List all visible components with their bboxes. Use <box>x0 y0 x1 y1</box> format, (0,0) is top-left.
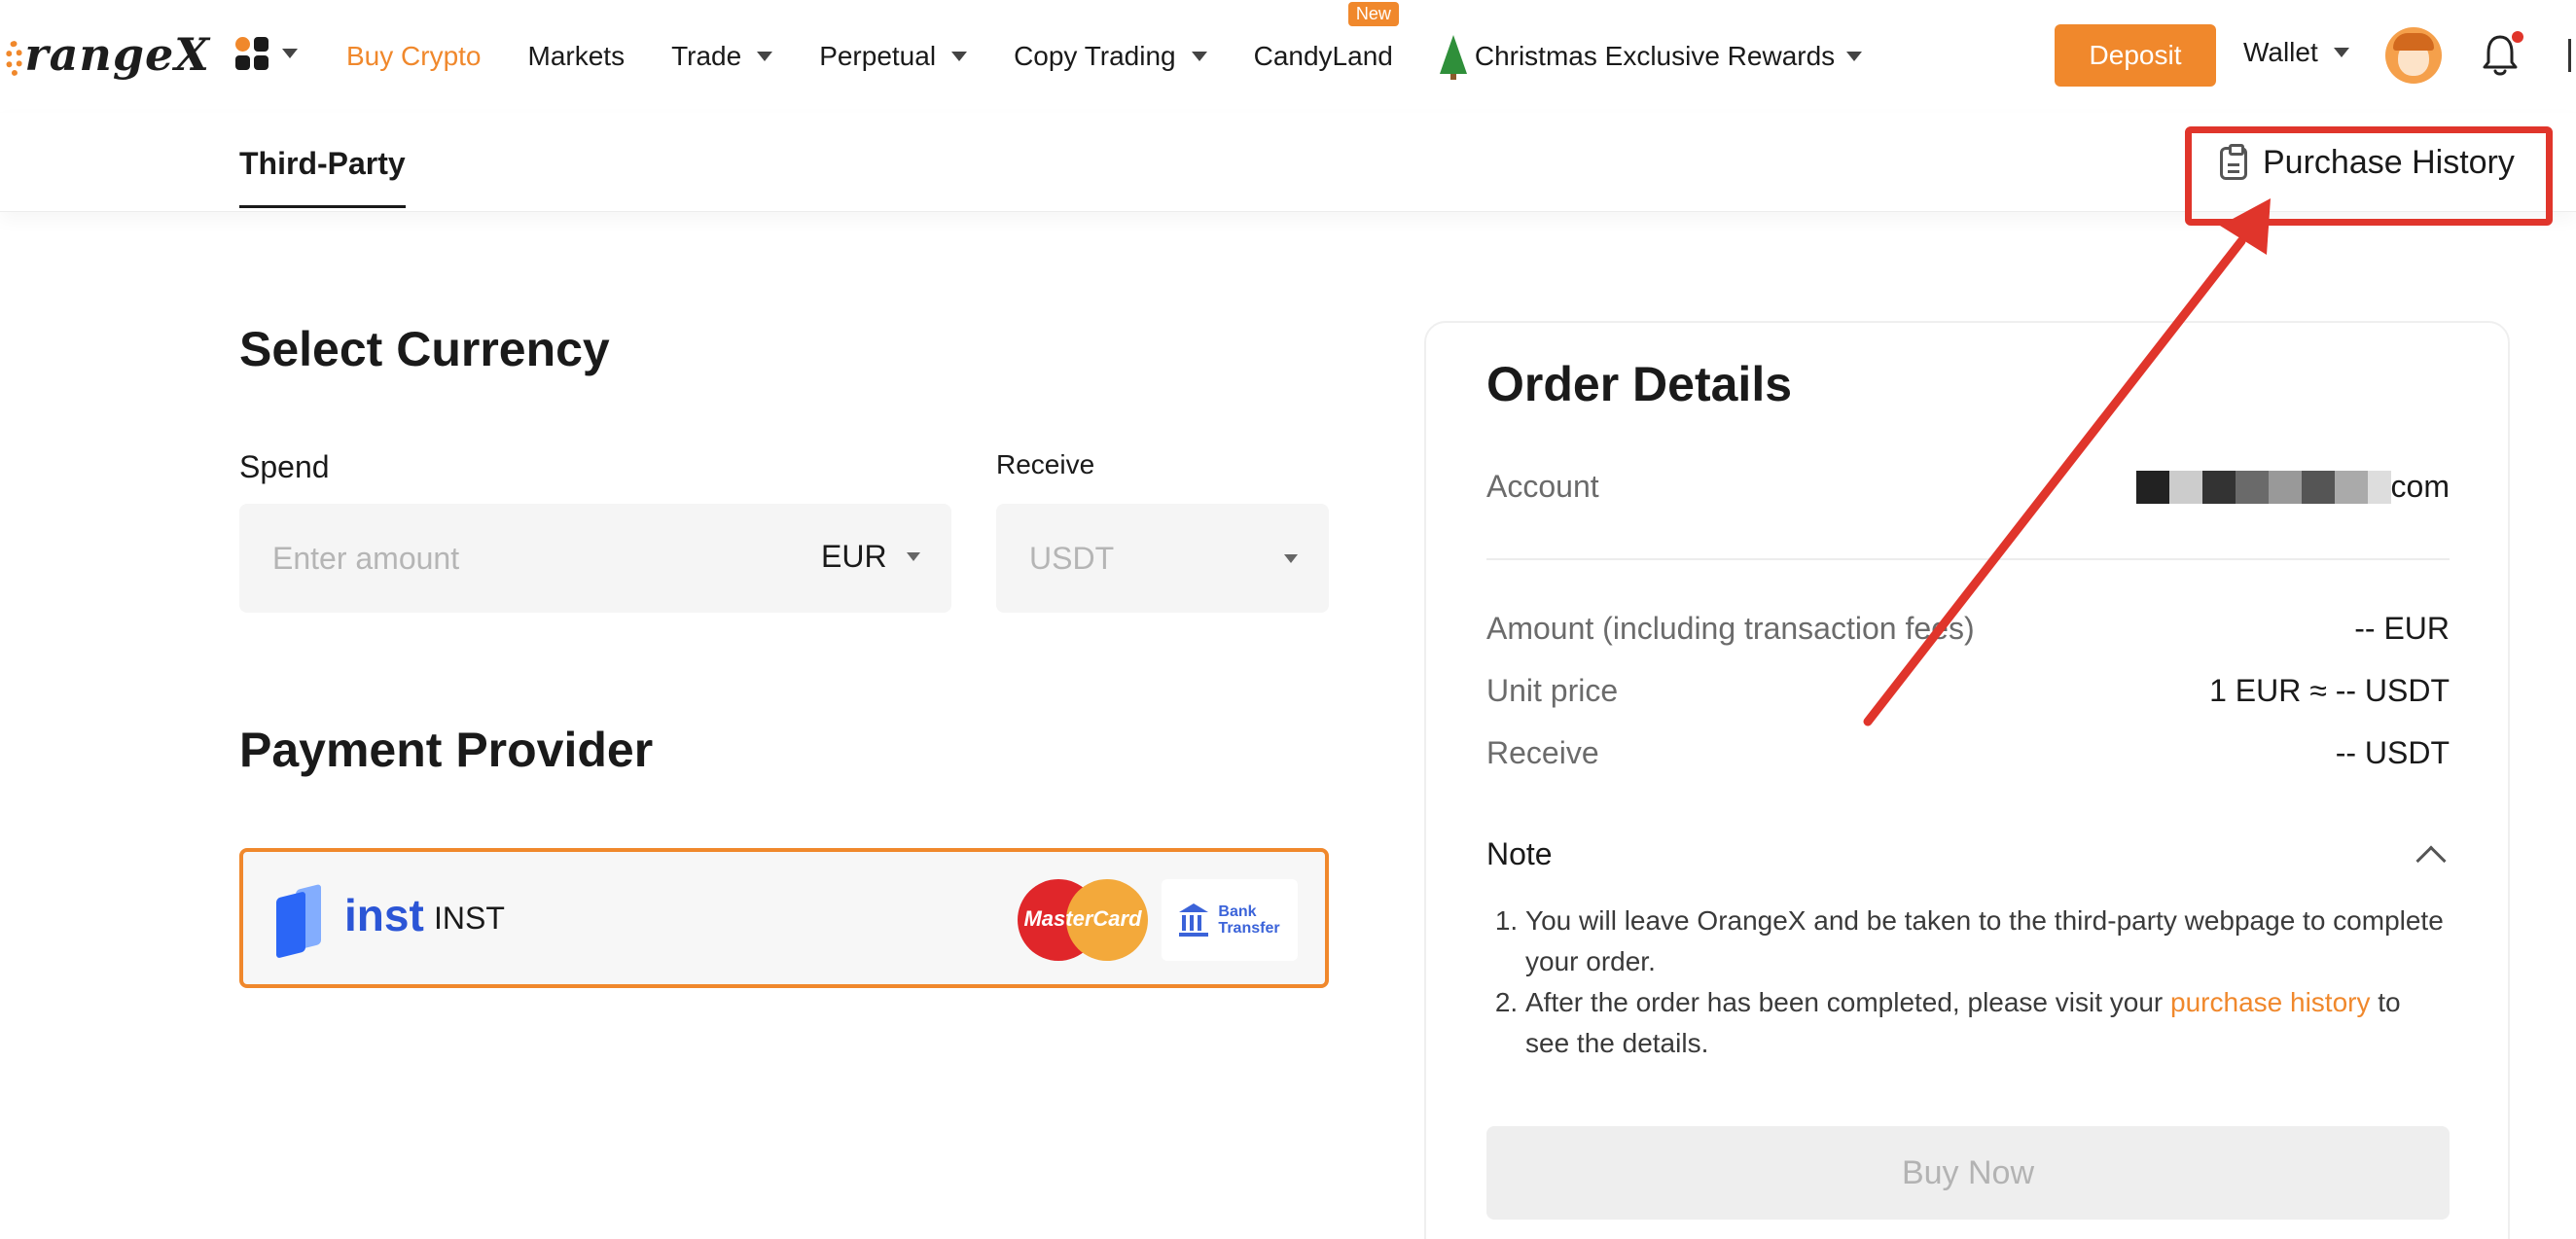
nav-label: Trade <box>671 41 742 71</box>
unit-price-label: Unit price <box>1486 673 1619 708</box>
annotation-highlight-box <box>2185 126 2553 226</box>
apps-menu[interactable] <box>235 37 298 70</box>
nav-label: Copy Trading <box>1014 41 1176 71</box>
tab-third-party[interactable]: Third-Party <box>239 146 406 208</box>
account-row: Account com <box>1486 469 2450 505</box>
spend-currency-value: EUR <box>821 539 887 574</box>
bank-icon <box>1179 903 1209 937</box>
order-details-card: Order Details Account com Amount (includ… <box>1424 321 2510 1239</box>
provider-name: INST <box>434 901 505 936</box>
account-suffix: com <box>2390 469 2450 504</box>
note-toggle[interactable]: Note <box>1486 836 2450 876</box>
chevron-down-icon <box>1191 52 1207 61</box>
nav-label: Christmas Exclusive Rewards <box>1474 41 1836 71</box>
avatar[interactable] <box>2385 27 2442 84</box>
amount-row: Amount (including transaction fees) -- E… <box>1486 611 2450 647</box>
nav-markets[interactable]: Markets <box>528 41 626 72</box>
account-mask <box>2135 470 2391 504</box>
note-label: Note <box>1486 836 1553 871</box>
bank-transfer-badge: Bank Transfer <box>1162 879 1298 961</box>
note-2-text: After the order has been completed, plea… <box>1525 987 2171 1017</box>
nav-perpetual[interactable]: Perpetual <box>819 41 968 72</box>
chevron-down-icon <box>906 552 920 561</box>
inst-logo-word: inst <box>344 890 424 940</box>
amount-value: -- EUR <box>2354 611 2450 646</box>
order-details-title: Order Details <box>1486 357 1793 411</box>
apps-grid-icon <box>235 37 268 70</box>
logo-text: rangeX <box>24 28 210 81</box>
receive-currency-select[interactable]: USDT <box>996 504 1329 613</box>
edge-divider <box>2568 39 2571 72</box>
chevron-down-icon <box>1846 52 1863 61</box>
unit-price-row: Unit price 1 EUR ≈ -- USDT <box>1486 673 2450 709</box>
bank-transfer-line2: Transfer <box>1218 920 1280 937</box>
spend-amount-input[interactable] <box>272 537 778 580</box>
chevron-down-icon <box>2333 48 2349 57</box>
unit-price-value: 1 EUR ≈ -- USDT <box>2209 673 2450 708</box>
chevron-down-icon <box>282 49 298 58</box>
provider-option-inst[interactable]: inst INST MasterCard Bank Transfer <box>239 848 1329 988</box>
nav-label: Perpetual <box>819 41 937 71</box>
payment-provider-title: Payment Provider <box>239 723 654 777</box>
top-navigation: rangeX Buy Crypto Markets Trade Perpetua… <box>0 0 2576 113</box>
note-list: You will leave OrangeX and be taken to t… <box>1486 901 2450 1064</box>
spend-field: EUR <box>239 504 951 613</box>
nav-label: Markets <box>527 41 626 71</box>
spend-label: Spend <box>239 449 330 484</box>
receive-currency-value: USDT <box>1029 541 1115 576</box>
logo-o-icon <box>6 41 23 76</box>
receive-value: -- USDT <box>2335 735 2450 770</box>
mastercard-text: MasterCard <box>1023 906 1142 931</box>
nav-candyland[interactable]: CandyLand New <box>1253 2 1399 72</box>
note-item-2: After the order has been completed, plea… <box>1525 982 2450 1064</box>
orangex-logo[interactable]: rangeX <box>6 25 210 84</box>
receive-label: Receive <box>996 449 1095 479</box>
chevron-down-icon <box>1284 554 1298 563</box>
spend-currency-select[interactable]: EUR <box>821 539 920 575</box>
wallet-label: Wallet <box>2243 37 2318 67</box>
nav-label: CandyLand <box>1253 41 1393 71</box>
purchase-history-inline-link[interactable]: purchase history <box>2170 987 2370 1017</box>
amount-label: Amount (including transaction fees) <box>1486 611 1975 646</box>
chevron-up-icon <box>2415 844 2447 876</box>
nav-buy-crypto[interactable]: Buy Crypto <box>346 41 482 72</box>
christmas-tree-icon <box>1439 35 1467 80</box>
select-currency-title: Select Currency <box>239 322 610 376</box>
nav-links: Buy Crypto Markets Trade Perpetual Copy … <box>346 0 1909 113</box>
divider <box>1486 558 2450 560</box>
inst-logo-icon <box>276 883 323 959</box>
nav-label: Buy Crypto <box>346 41 482 71</box>
buy-now-button[interactable]: Buy Now <box>1486 1126 2450 1220</box>
nav-christmas-rewards[interactable]: Christmas Exclusive Rewards <box>1439 35 1863 80</box>
deposit-button[interactable]: Deposit <box>2055 24 2216 87</box>
account-value: com <box>2135 469 2450 505</box>
receive-row: Receive -- USDT <box>1486 735 2450 771</box>
account-label: Account <box>1486 469 1599 504</box>
notification-dot <box>2512 31 2523 43</box>
chevron-down-icon <box>951 52 968 61</box>
nav-trade[interactable]: Trade <box>671 41 773 72</box>
bank-transfer-line1: Bank <box>1218 903 1257 920</box>
wallet-menu[interactable]: Wallet <box>2243 37 2349 68</box>
new-badge: New <box>1347 2 1399 26</box>
nav-copy-trading[interactable]: Copy Trading <box>1014 41 1207 72</box>
chevron-down-icon <box>757 52 773 61</box>
note-item-1: You will leave OrangeX and be taken to t… <box>1525 901 2450 982</box>
receive-label: Receive <box>1486 735 1599 770</box>
mastercard-icon: MasterCard <box>1018 879 1148 961</box>
